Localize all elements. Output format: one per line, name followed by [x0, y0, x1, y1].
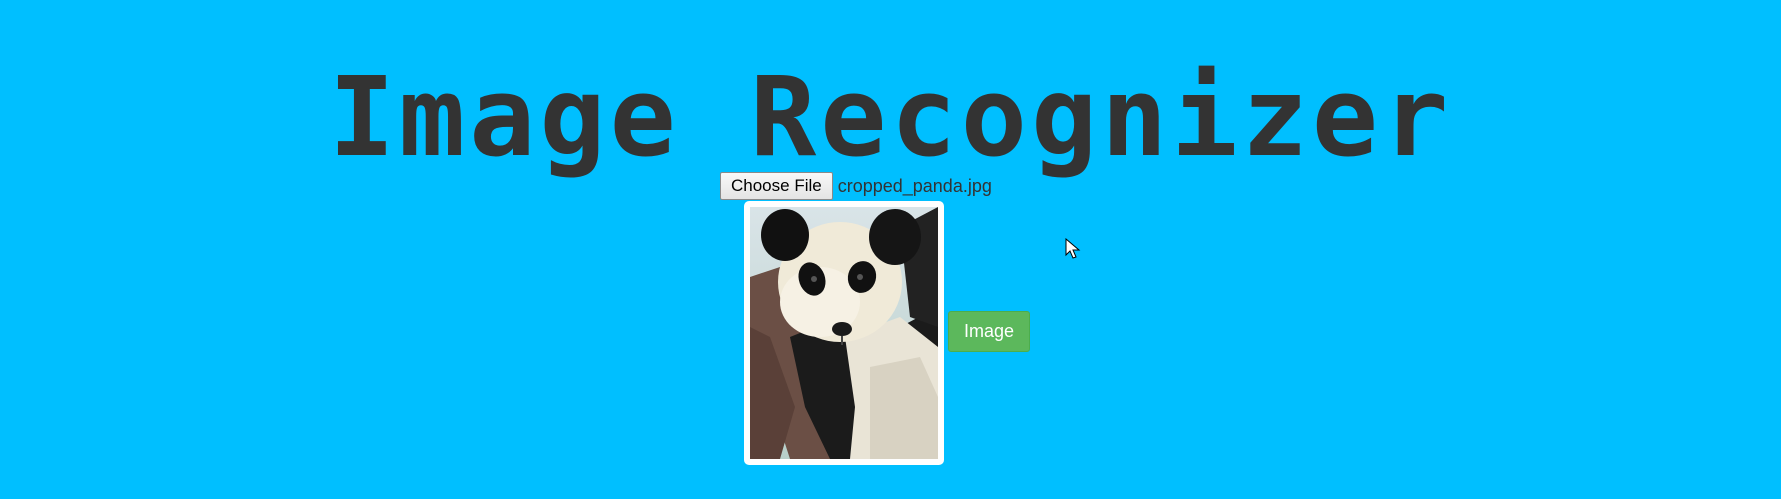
selected-file-name: cropped_panda.jpg — [837, 175, 992, 196]
mouse-pointer-icon — [1065, 238, 1081, 259]
page-title: Image Recognizer — [328, 53, 1453, 181]
panda-image — [750, 207, 938, 459]
image-preview — [744, 201, 944, 465]
recognize-image-button[interactable]: Image — [948, 311, 1030, 352]
choose-file-button[interactable]: Choose File — [720, 172, 833, 200]
file-input[interactable]: Choose File cropped_panda.jpg — [720, 172, 992, 200]
